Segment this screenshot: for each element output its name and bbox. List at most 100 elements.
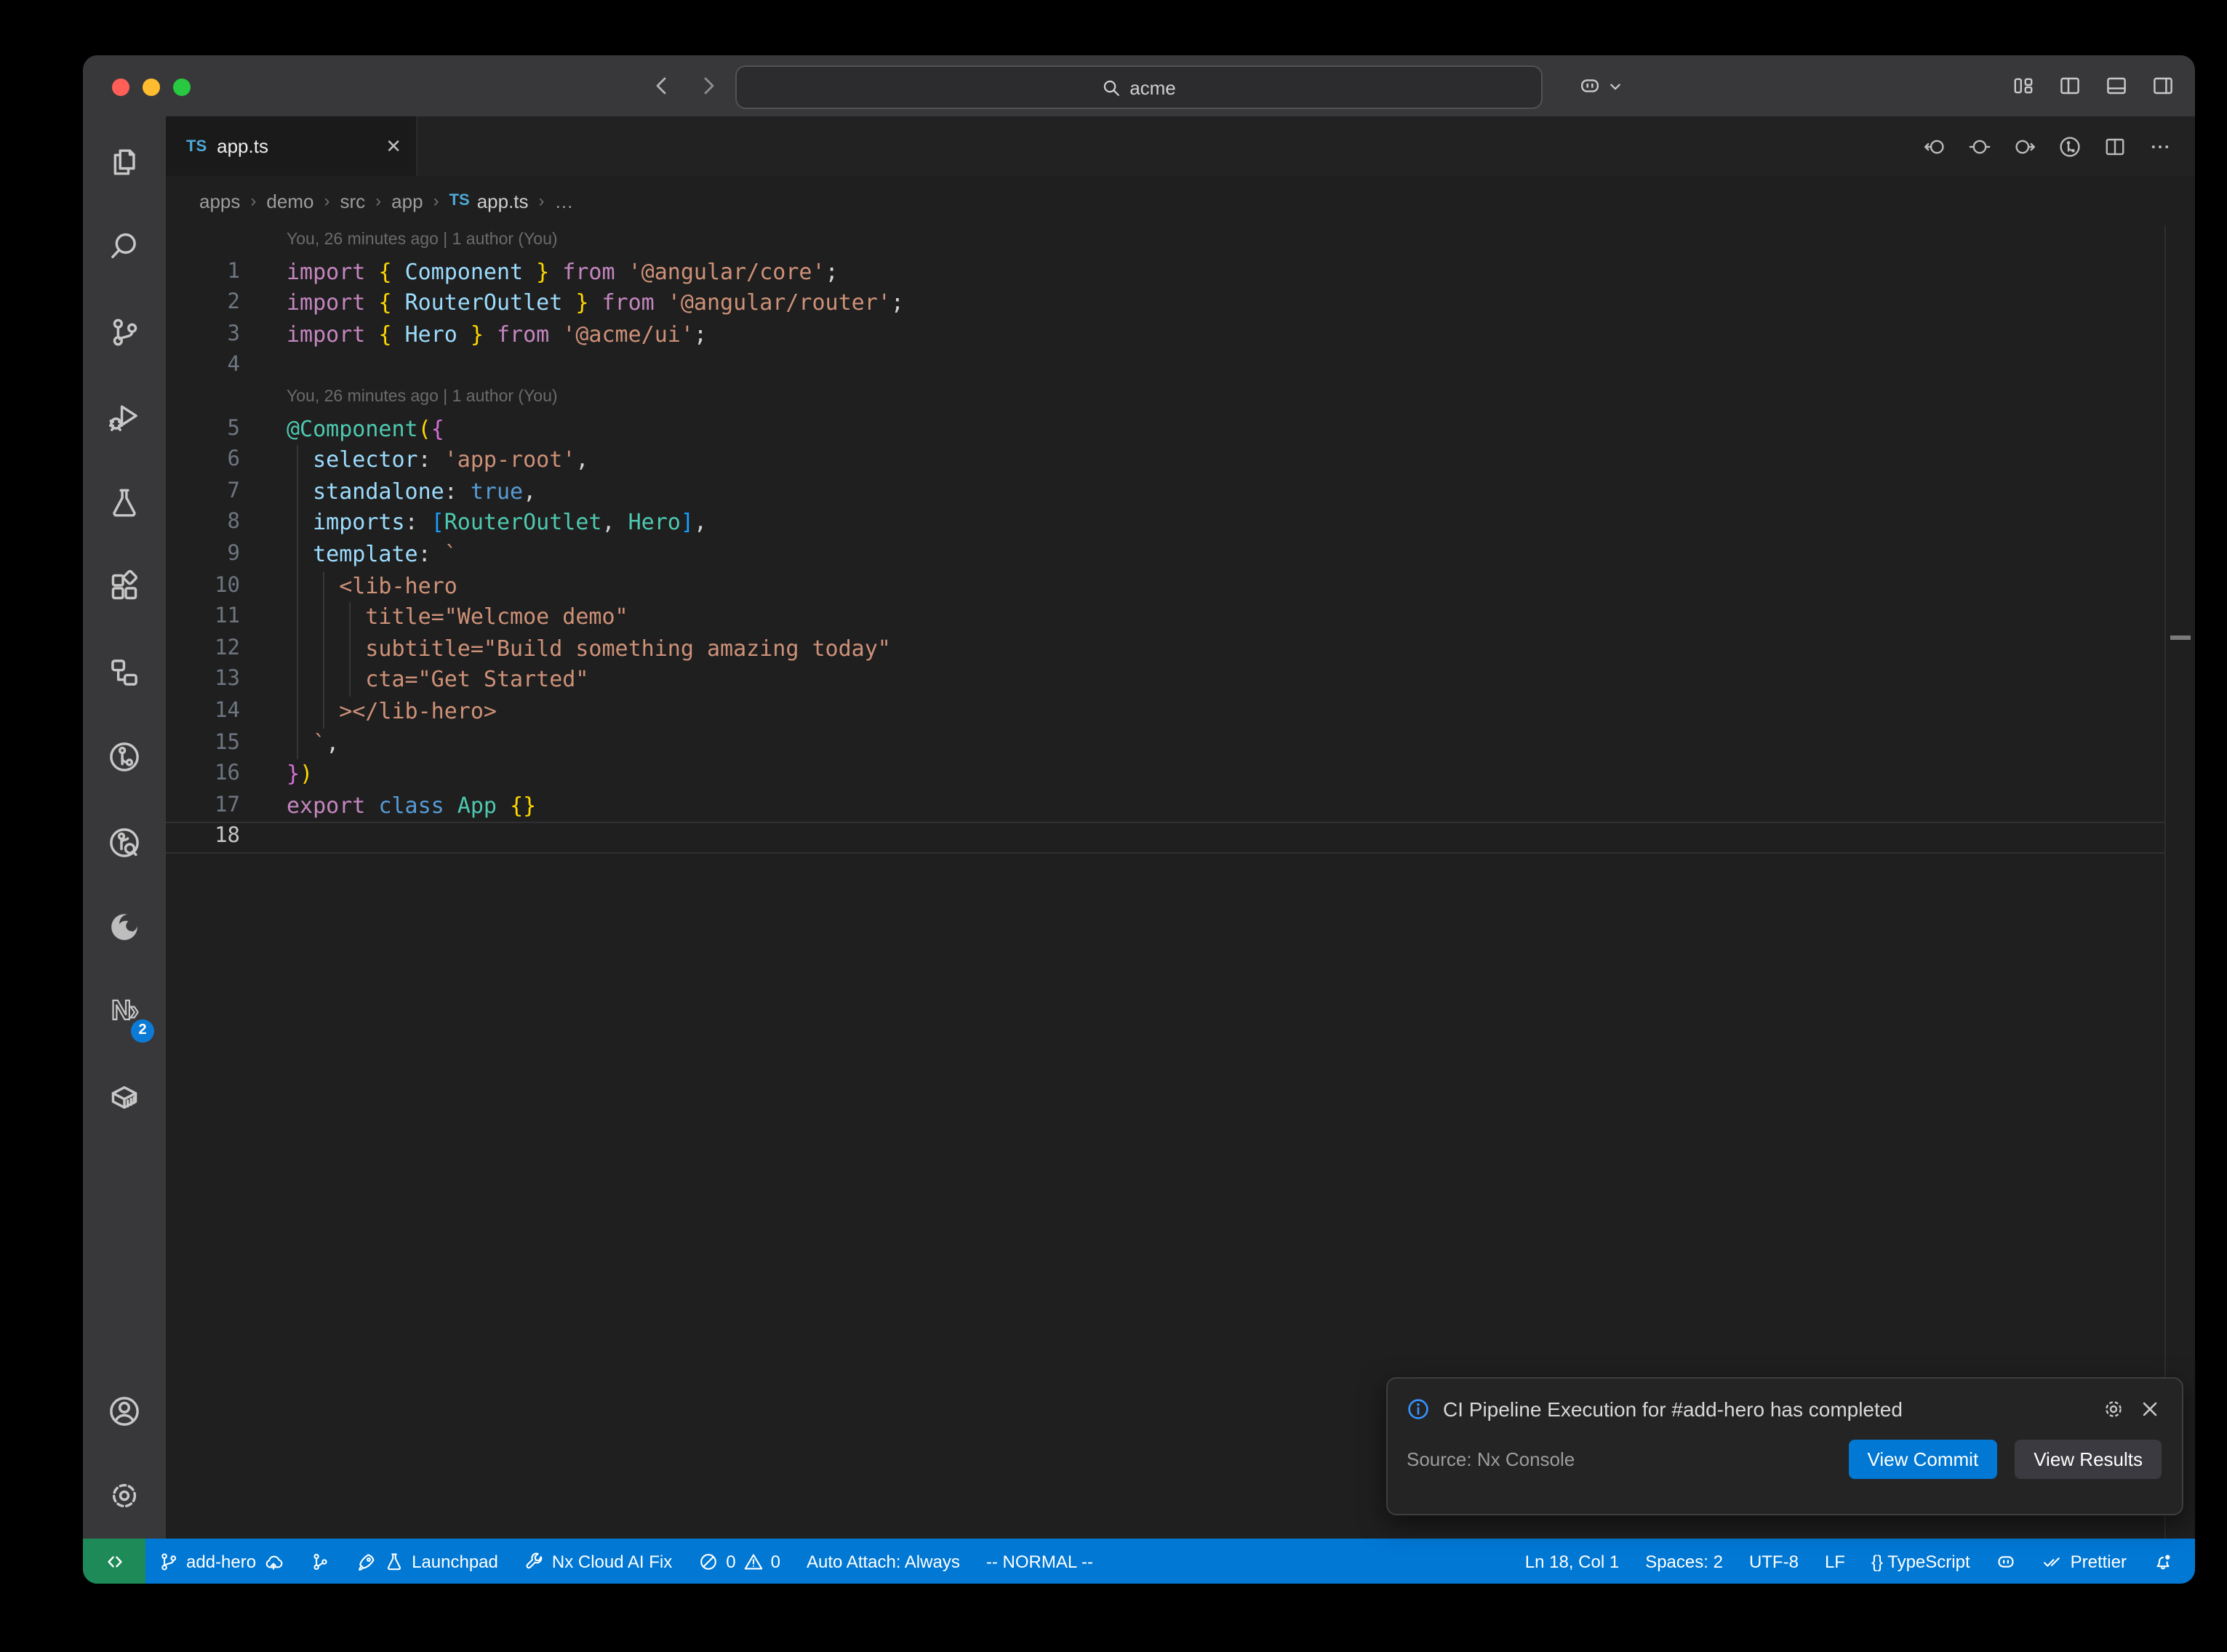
minimize-window-button[interactable] (143, 79, 160, 96)
more-icon[interactable] (2148, 135, 2172, 158)
statusbar-language-mode[interactable]: {} TypeScript (1858, 1539, 1983, 1584)
statusbar-copilot-status[interactable] (1983, 1539, 2030, 1584)
tab-app-ts[interactable]: TS app.ts ✕ (166, 116, 417, 176)
panel-right-icon[interactable] (2151, 74, 2175, 97)
vscode-window: acme N›2 TS app.ts ✕ apps›de (83, 55, 2195, 1584)
activitybar-item-settings-gear[interactable] (83, 1453, 166, 1539)
code-line: 4 (166, 351, 2195, 382)
line-number: 14 (166, 697, 240, 728)
breadcrumb-symbol[interactable]: … (555, 190, 574, 212)
line-number: 4 (166, 351, 240, 382)
breadcrumb-item[interactable]: src (340, 190, 365, 212)
forward-icon[interactable] (697, 74, 720, 97)
activitybar-item-testing[interactable] (83, 460, 166, 545)
activitybar-item-gitlens[interactable] (83, 715, 166, 800)
breadcrumb-item[interactable]: demo (266, 190, 313, 212)
bell-dot-icon (2153, 1551, 2173, 1571)
statusbar-notifications-bell[interactable] (2140, 1539, 2186, 1584)
gitlens-graph-icon[interactable] (2058, 135, 2082, 158)
activitybar-item-edge[interactable] (83, 885, 166, 970)
activitybar-item-extensions[interactable] (83, 545, 166, 630)
command-center-search[interactable]: acme (735, 65, 1543, 109)
line-number: 1 (166, 257, 240, 288)
copilot-menu[interactable] (1578, 55, 1625, 116)
line-number: 13 (166, 665, 240, 697)
notification-gear-icon[interactable] (2102, 1398, 2125, 1421)
code-line: 6 selector: 'app-root', (166, 445, 2195, 476)
change-next-icon[interactable] (2013, 135, 2036, 158)
statusbar-label: Prettier (2071, 1551, 2127, 1571)
search-value: acme (1130, 76, 1176, 98)
line-number: 8 (166, 508, 240, 540)
notification-title: CI Pipeline Execution for #add-hero has … (1443, 1398, 2089, 1421)
statusbar-label: 0 (726, 1551, 735, 1571)
editor-scrollbar[interactable] (2164, 225, 2195, 1539)
activitybar-item-files[interactable] (83, 119, 166, 204)
blame-annotation: You, 26 minutes ago | 1 author (You) (166, 382, 2195, 414)
activitybar-item-nx[interactable]: N›2 (83, 970, 166, 1055)
statusbar-problems[interactable]: 00 (685, 1539, 793, 1584)
copilot-icon (1578, 74, 1602, 97)
statusbar-label: Spaces: 2 (1645, 1551, 1723, 1571)
breadcrumb-item[interactable]: apps (199, 190, 240, 212)
tab-label: app.ts (217, 135, 375, 157)
breadcrumb-item[interactable]: app (391, 190, 423, 212)
line-number: 11 (166, 602, 240, 633)
code-line: 12 subtitle="Build something amazing tod… (166, 633, 2195, 665)
activitybar-item-debug[interactable] (83, 374, 166, 460)
activity-bar: N›2 (83, 116, 166, 1539)
line-number: 18 (166, 822, 240, 854)
view-results-button[interactable]: View Results (2015, 1440, 2162, 1479)
statusbar-label: Launchpad (412, 1551, 498, 1571)
statusbar-eol[interactable]: LF (1812, 1539, 1858, 1584)
statusbar-commit-graph[interactable] (297, 1539, 343, 1584)
view-commit-button[interactable]: View Commit (1849, 1440, 1998, 1479)
change-prev-icon[interactable] (1923, 135, 1946, 158)
activitybar-item-account[interactable] (83, 1368, 166, 1453)
change-circle-icon[interactable] (1968, 135, 1991, 158)
statusbar-encoding[interactable]: UTF-8 (1736, 1539, 1812, 1584)
activitybar-item-gitlens-inspect[interactable] (83, 800, 166, 885)
files-icon (108, 145, 141, 179)
code-editor[interactable]: You, 26 minutes ago | 1 author (You)1imp… (166, 225, 2195, 1539)
wrench-icon (524, 1551, 545, 1571)
breadcrumb-file[interactable]: app.ts (477, 190, 529, 212)
statusbar-gitlens-launchpad[interactable]: Launchpad (343, 1539, 511, 1584)
statusbar-vim-mode[interactable]: -- NORMAL -- (973, 1539, 1106, 1584)
notification-close-icon[interactable] (2138, 1398, 2162, 1421)
split-editor-icon[interactable] (2103, 135, 2127, 158)
zoom-window-button[interactable] (173, 79, 191, 96)
code-line: 7 standalone: true, (166, 477, 2195, 508)
statusbar-label: -- NORMAL -- (986, 1551, 1093, 1571)
code-line: 16}) (166, 759, 2195, 790)
line-number: 7 (166, 477, 240, 508)
panel-bottom-icon[interactable] (2105, 74, 2128, 97)
activitybar-item-search[interactable] (83, 204, 166, 289)
statusbar-remote-indicator[interactable] (83, 1539, 145, 1584)
statusbar-prettier[interactable]: Prettier (2030, 1539, 2140, 1584)
overview-ruler-mark (2170, 635, 2191, 640)
tab-bar: TS app.ts ✕ (166, 116, 2195, 176)
line-number: 12 (166, 633, 240, 665)
activitybar-item-flow[interactable] (83, 630, 166, 715)
close-window-button[interactable] (112, 79, 129, 96)
code-line: 11 title="Welcmoe demo" (166, 602, 2195, 633)
statusbar-git-branch[interactable]: add-hero (145, 1539, 297, 1584)
account-icon (108, 1395, 141, 1428)
activitybar-item-container[interactable] (83, 1055, 166, 1140)
settings-gear-icon (108, 1480, 141, 1513)
statusbar-label: Ln 18, Col 1 (1525, 1551, 1619, 1571)
statusbar-auto-attach[interactable]: Auto Attach: Always (793, 1539, 973, 1584)
chevron-right-icon: › (250, 191, 256, 211)
statusbar-nx-cloud-ai-fix[interactable]: Nx Cloud AI Fix (511, 1539, 685, 1584)
panel-left-icon[interactable] (2058, 74, 2082, 97)
statusbar-indentation[interactable]: Spaces: 2 (1632, 1539, 1736, 1584)
git-branch-icon (159, 1551, 179, 1571)
code-line: 14 ></lib-hero> (166, 697, 2195, 728)
layout-icon[interactable] (2012, 74, 2035, 97)
notification-toast: CI Pipeline Execution for #add-hero has … (1386, 1377, 2183, 1515)
activitybar-item-source-control[interactable] (83, 289, 166, 374)
statusbar-cursor-position[interactable]: Ln 18, Col 1 (1512, 1539, 1632, 1584)
tab-close-icon[interactable]: ✕ (385, 135, 401, 158)
back-icon[interactable] (650, 74, 673, 97)
